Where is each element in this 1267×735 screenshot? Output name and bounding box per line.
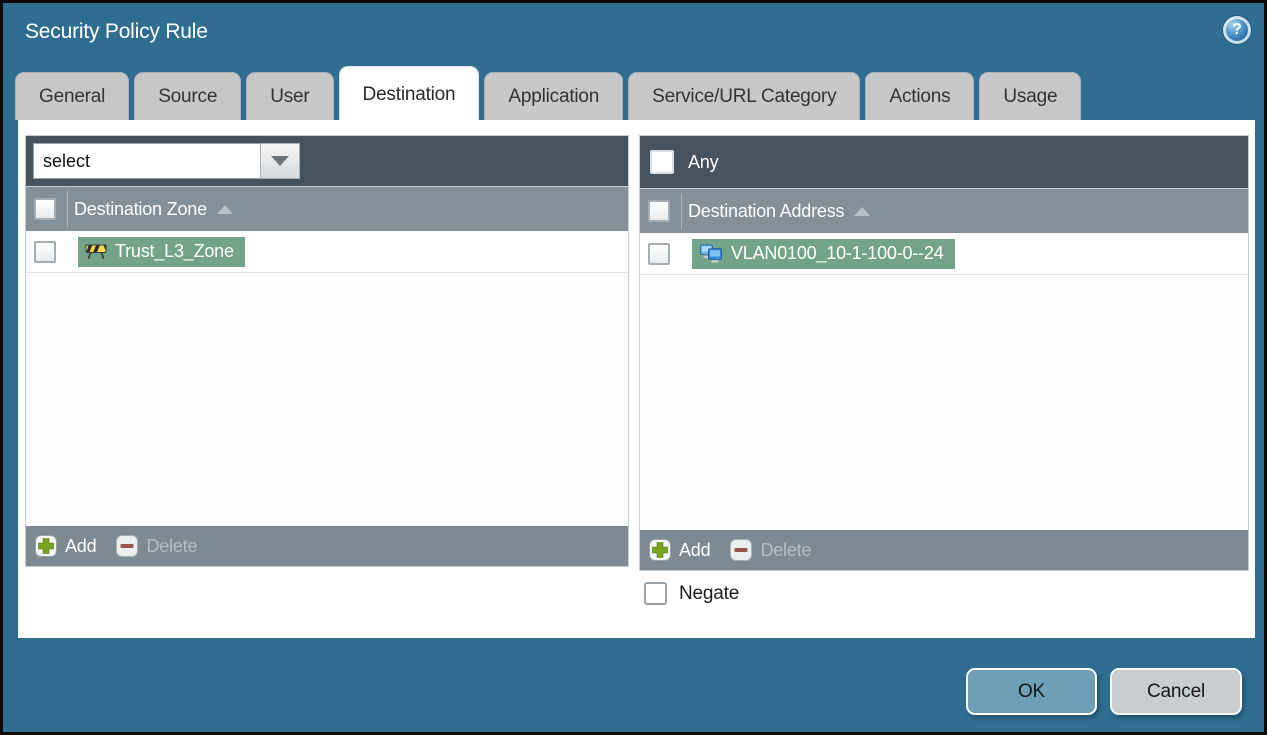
zone-select-combo	[33, 143, 300, 179]
delete-address-button[interactable]: Delete	[730, 539, 811, 561]
help-icon[interactable]: ?	[1223, 16, 1251, 44]
minus-icon	[730, 539, 753, 561]
address-chip[interactable]: VLAN0100_10-1-100-0--24	[692, 238, 955, 269]
tab-user[interactable]: User	[246, 72, 334, 120]
tab-actions[interactable]: Actions	[865, 72, 975, 120]
zone-row-checkbox[interactable]	[34, 240, 56, 263]
zone-select-dropdown-button[interactable]	[260, 143, 300, 179]
zone-row[interactable]: Trust_L3_Zone	[26, 231, 628, 273]
tab-application[interactable]: Application	[484, 72, 624, 120]
plus-icon	[35, 535, 57, 557]
address-panel-topbar: Any	[640, 136, 1248, 188]
sort-ascending-icon	[216, 204, 233, 214]
security-policy-rule-dialog: Security Policy Rule ? General Source Us…	[0, 0, 1267, 735]
delete-zone-button[interactable]: Delete	[116, 535, 197, 557]
select-all-zones-checkbox[interactable]	[34, 198, 56, 220]
destination-tab-content: Destination Zone	[18, 120, 1255, 638]
tab-usage[interactable]: Usage	[979, 72, 1082, 120]
add-zone-button[interactable]: Add	[35, 535, 97, 557]
tab-service-url-category[interactable]: Service/URL Category	[628, 72, 861, 120]
network-icon	[700, 244, 722, 263]
address-list: VLAN0100_10-1-100-0--24	[640, 233, 1248, 530]
sort-ascending-icon	[854, 206, 871, 216]
add-zone-label: Add	[65, 535, 97, 556]
zone-chip[interactable]: Trust_L3_Zone	[78, 236, 245, 267]
address-column-header[interactable]: Destination Address	[688, 201, 844, 222]
zone-column-header[interactable]: Destination Zone	[74, 199, 207, 220]
zone-list: Trust_L3_Zone	[26, 231, 628, 526]
delete-zone-label: Delete	[146, 535, 198, 556]
tab-destination[interactable]: Destination	[338, 66, 480, 120]
zone-panel-topbar	[26, 136, 628, 186]
address-column-header-row: Destination Address	[640, 188, 1248, 233]
tab-bar: General Source User Destination Applicat…	[15, 66, 1082, 120]
destination-address-panel: Any Destination Address VLAN0100_10-1-10…	[640, 136, 1248, 570]
select-all-addresses-checkbox[interactable]	[648, 200, 670, 222]
add-address-button[interactable]: Add	[649, 539, 711, 561]
add-address-label: Add	[679, 539, 711, 560]
ok-button[interactable]: OK	[966, 668, 1097, 715]
negate-checkbox[interactable]	[644, 582, 667, 605]
address-toolbar: Add Delete	[640, 530, 1248, 570]
zone-column-header-row: Destination Zone	[26, 186, 628, 231]
dialog-title: Security Policy Rule	[25, 20, 208, 43]
zone-toolbar: Add Delete	[26, 526, 628, 566]
dialog-titlebar: Security Policy Rule ?	[3, 3, 1264, 65]
destination-zone-panel: Destination Zone	[26, 136, 628, 566]
delete-address-label: Delete	[760, 539, 812, 560]
zone-icon	[85, 244, 107, 260]
tab-general[interactable]: General	[15, 72, 130, 120]
any-label: Any	[688, 151, 719, 172]
zone-select-input[interactable]	[33, 143, 260, 179]
any-checkbox[interactable]	[650, 150, 674, 174]
negate-label: Negate	[679, 582, 740, 604]
address-name: VLAN0100_10-1-100-0--24	[731, 243, 944, 263]
tab-source[interactable]: Source	[134, 72, 242, 120]
cancel-button[interactable]: Cancel	[1110, 668, 1242, 715]
minus-icon	[116, 535, 139, 557]
address-row-checkbox[interactable]	[648, 242, 670, 265]
address-row[interactable]: VLAN0100_10-1-100-0--24	[640, 233, 1248, 275]
negate-row: Negate	[644, 582, 739, 605]
plus-icon	[649, 539, 671, 561]
zone-name: Trust_L3_Zone	[115, 241, 234, 261]
chevron-down-icon	[271, 156, 289, 166]
